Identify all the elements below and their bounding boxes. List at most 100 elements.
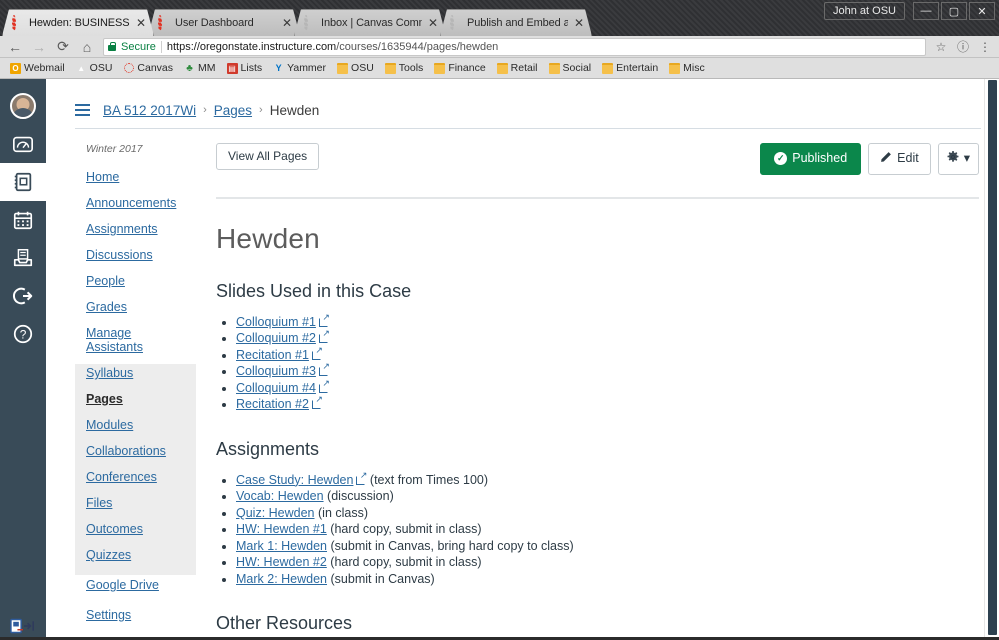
published-button[interactable]: ✓ Published [760,143,862,175]
view-all-pages-button[interactable]: View All Pages [216,143,320,171]
global-nav-dashboard[interactable] [0,125,46,163]
sidebar-item-syllabus[interactable]: Syllabus [75,360,196,386]
external-link-icon [318,362,330,377]
slide-link[interactable]: Recitation #1 [236,348,309,362]
breadcrumb-pages[interactable]: Pages [214,103,252,118]
sidebar-item-manage-assistants[interactable]: Manage Assistants [75,320,196,360]
folder-icon [496,62,508,74]
page-settings-button[interactable]: ▾ [937,143,979,175]
tree-icon: ♣ [186,62,193,74]
bookmark-folder-entertain[interactable]: Entertain [597,61,663,75]
browser-menu-icon[interactable]: ⋮ [975,37,995,57]
browser-tab-3[interactable]: Inbox | Canvas Commun ✕ [294,9,446,36]
bookmark-star-icon[interactable]: ☆ [931,37,951,57]
breadcrumb-course[interactable]: BA 512 2017Wi [103,103,196,118]
global-nav-calendar[interactable] [0,201,46,239]
sidebar-item-quizzes[interactable]: Quizzes [75,542,196,568]
close-icon[interactable]: ✕ [135,17,147,29]
slide-link[interactable]: Colloquium #4 [236,381,316,395]
close-icon[interactable]: ✕ [281,17,293,29]
back-button[interactable]: ← [4,37,26,57]
sidebar-item-assignments[interactable]: Assignments [75,216,196,242]
scrollbar-thumb[interactable] [988,80,997,636]
global-nav-account[interactable] [0,87,46,125]
assignment-link[interactable]: Mark 1: Hewden [236,539,327,553]
minimize-button[interactable]: — [913,2,939,20]
reload-button[interactable]: ⟳ [52,37,74,57]
browser-tab-1[interactable]: Hewden: BUSINESS ANA ✕ [2,9,154,36]
sidebar-item-home[interactable]: Home [75,164,196,190]
course-nav-label: Manage Assistants [86,326,143,354]
sidebar-item-grades[interactable]: Grades [75,294,196,320]
bookmark-osu-drive[interactable]: ▲ OSU [71,61,118,75]
course-nav-label: Outcomes [86,522,143,536]
sidebar-item-people[interactable]: People [75,268,196,294]
home-button[interactable]: ⌂ [76,37,98,57]
bookmark-canvas[interactable]: Canvas [118,61,178,75]
address-bar[interactable]: Secure https://oregonstate.instructure.c… [103,37,926,56]
bookmark-mm[interactable]: ♣ MM [179,61,221,75]
forward-button[interactable]: → [28,37,50,57]
global-nav-logout[interactable] [0,277,46,315]
slide-link[interactable]: Recitation #2 [236,397,309,411]
page-scrollbar[interactable] [984,79,999,640]
slide-link[interactable]: Colloquium #2 [236,331,316,345]
sidebar-item-collaborations[interactable]: Collaborations [75,438,196,464]
folder-icon [602,62,614,74]
bookmark-folder-social[interactable]: Social [544,61,597,75]
close-icon[interactable]: ✕ [573,17,585,29]
assignment-link[interactable]: Mark 2: Hewden [236,572,327,586]
browser-tab-4[interactable]: Publish and Embed a Go ✕ [440,9,592,36]
url-path: /courses/1635944/pages/hewden [336,40,499,53]
assignment-link[interactable]: Quiz: Hewden [236,506,315,520]
sidebar-item-settings[interactable]: Settings [75,602,196,628]
course-nav: Winter 2017 Home Announcements Assignmen… [75,129,196,640]
assignment-link[interactable]: HW: Hewden #2 [236,555,327,569]
url-text: https://oregonstate.instructure.com/cour… [167,41,498,53]
close-icon[interactable]: ✕ [427,17,439,29]
assignment-note: (text from Times 100) [369,472,489,487]
webmail-icon: O [10,62,21,74]
close-window-button[interactable]: ✕ [969,2,995,20]
bookmark-folder-tools[interactable]: Tools [380,61,429,75]
bookmark-folder-misc[interactable]: Misc [664,61,710,75]
bookmark-label: Retail [510,62,538,74]
edit-button[interactable]: Edit [868,143,931,175]
global-nav-courses[interactable] [0,163,46,201]
bookmark-folder-retail[interactable]: Retail [492,61,543,75]
assignment-link[interactable]: Case Study: Hewden [236,473,353,487]
sidebar-item-modules[interactable]: Modules [75,412,196,438]
assignment-note: (in class) [318,505,369,520]
bookmark-webmail[interactable]: O Webmail [5,61,70,75]
page-viewport: ? BA 512 2017Wi › Pages › Hewden Winter … [0,79,999,640]
list-item: HW: Hewden #2 (hard copy, submit in clas… [236,554,979,571]
slide-link[interactable]: Colloquium #3 [236,364,316,378]
browser-window: Hewden: BUSINESS ANA ✕ User Dashboard ✕ … [0,0,999,640]
maximize-button[interactable]: ▢ [941,2,967,20]
hamburger-icon[interactable] [75,103,90,117]
sidebar-item-files[interactable]: Files [75,490,196,516]
bookmark-folder-finance[interactable]: Finance [429,61,490,75]
bookmark-yammer[interactable]: Y Yammer [268,61,331,75]
nav-collapse-toggle[interactable] [0,618,46,634]
sidebar-item-pages[interactable]: Pages [75,386,196,412]
bookmark-label: Canvas [137,62,174,74]
browser-tab-2[interactable]: User Dashboard ✕ [148,9,300,36]
bookmarks-bar: O Webmail ▲ OSU Canvas ♣ MM ▤ Lists Y Yammer … [0,58,999,79]
assignment-link[interactable]: Vocab: Hewden [236,489,324,503]
sidebar-item-conferences[interactable]: Conferences [75,464,196,490]
bookmark-lists[interactable]: ▤ Lists [222,61,268,75]
info-icon[interactable]: ⓘ [953,37,973,57]
profile-chip[interactable]: John at OSU [824,2,905,20]
slide-link[interactable]: Colloquium #1 [236,315,316,329]
sidebar-item-outcomes[interactable]: Outcomes [75,516,196,542]
course-nav-label: Files [86,496,113,510]
sidebar-item-google-drive[interactable]: Google Drive [75,572,196,598]
global-nav-help[interactable]: ? [0,315,46,353]
sidebar-item-discussions[interactable]: Discussions [75,242,196,268]
bookmark-folder-osu[interactable]: OSU [332,61,379,75]
sidebar-item-announcements[interactable]: Announcements [75,190,196,216]
assignment-link[interactable]: HW: Hewden #1 [236,522,327,536]
global-nav-inbox[interactable] [0,239,46,277]
list-item: HW: Hewden #1 (hard copy, submit in clas… [236,521,979,538]
